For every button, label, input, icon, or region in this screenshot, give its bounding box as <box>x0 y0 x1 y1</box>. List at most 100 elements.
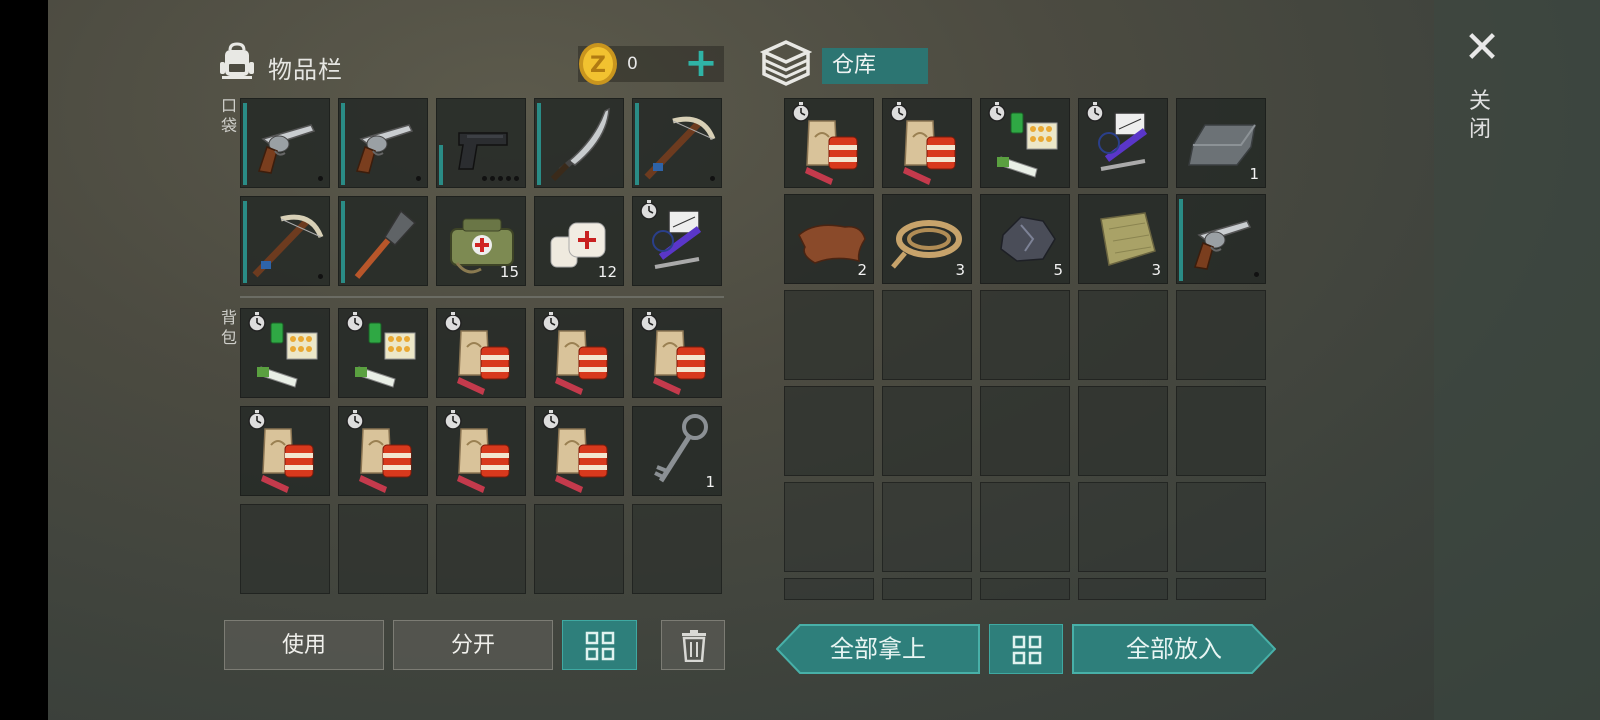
empty-slot[interactable] <box>1078 386 1168 476</box>
pocket-slot-3[interactable] <box>534 98 624 188</box>
take-all-button[interactable]: 全部拿上 <box>776 624 980 674</box>
close-label[interactable]: 关闭 <box>1466 88 1494 144</box>
backpack-icon <box>220 42 254 79</box>
empty-slot[interactable] <box>1176 578 1266 600</box>
ammo-indicator <box>318 176 323 181</box>
empty-slot[interactable] <box>534 504 624 594</box>
put-all-button[interactable]: 全部放入 <box>1072 624 1276 674</box>
item-count: 2 <box>857 261 867 279</box>
pocket-slot-8[interactable]: 12 <box>534 196 624 286</box>
ammo-indicator <box>416 176 421 181</box>
item-count: 3 <box>955 261 965 279</box>
revolver-icon <box>258 124 316 174</box>
backpack-slot-2[interactable] <box>436 308 526 398</box>
empty-slot[interactable] <box>338 504 428 594</box>
food-pack-icon <box>444 312 510 395</box>
durability-bar <box>243 201 247 283</box>
medicine-pack-icon <box>248 312 318 388</box>
pocket-slot-6[interactable] <box>338 196 428 286</box>
pocket-label: 口袋 <box>220 96 237 135</box>
pocket-slot-9[interactable] <box>632 196 722 286</box>
backpack-slot-7[interactable] <box>436 406 526 496</box>
backpack-slot-1[interactable] <box>338 308 428 398</box>
pocket-slot-4[interactable] <box>632 98 722 188</box>
empty-slot[interactable] <box>436 504 526 594</box>
food-pack-icon <box>792 102 858 185</box>
storage-slot-3[interactable] <box>1078 98 1168 188</box>
backpack-slot-9[interactable]: 1 <box>632 406 722 496</box>
item-count: 3 <box>1151 261 1161 279</box>
storage-tab[interactable]: 仓库 <box>822 48 928 84</box>
empty-slot[interactable] <box>980 578 1070 600</box>
item-count: 15 <box>499 263 519 281</box>
empty-slot[interactable] <box>784 386 874 476</box>
empty-slot[interactable] <box>1078 482 1168 572</box>
durability-bar <box>341 103 345 185</box>
storage-slot-5[interactable]: 2 <box>784 194 874 284</box>
add-coins-button[interactable]: + <box>684 43 718 83</box>
item-count: 12 <box>597 263 617 281</box>
storage-slot-2[interactable] <box>980 98 1070 188</box>
empty-slot[interactable] <box>1078 290 1168 380</box>
storage-slot-1[interactable] <box>882 98 972 188</box>
crossbow-icon <box>644 116 716 180</box>
durability-bar <box>341 201 345 283</box>
pocket-slot-5[interactable] <box>240 196 330 286</box>
backpack-slot-8[interactable] <box>534 406 624 496</box>
empty-slot[interactable] <box>1078 578 1168 600</box>
backpack-slot-0[interactable] <box>240 308 330 398</box>
delete-button[interactable] <box>661 620 725 670</box>
empty-slot[interactable] <box>882 578 972 600</box>
storage-slot-8[interactable]: 3 <box>1078 194 1168 284</box>
food-pack-icon <box>890 102 956 185</box>
storage-slot-0[interactable] <box>784 98 874 188</box>
empty-slot[interactable] <box>784 482 874 572</box>
empty-slot[interactable] <box>980 482 1070 572</box>
use-button[interactable]: 使用 <box>224 620 384 670</box>
ammo-indicator <box>482 176 519 181</box>
food-pack-icon <box>542 312 608 395</box>
backpack-slot-4[interactable] <box>632 308 722 398</box>
empty-slot[interactable] <box>240 504 330 594</box>
sort-inventory-button[interactable] <box>562 620 637 670</box>
backpack-label: 背包 <box>220 308 237 347</box>
storage-slot-9[interactable] <box>1176 194 1266 284</box>
empty-slot[interactable] <box>784 578 874 600</box>
sort-storage-button[interactable] <box>989 624 1063 674</box>
grid-icon <box>585 631 615 661</box>
storage-box-icon <box>760 40 812 86</box>
crossbow-icon <box>252 214 324 278</box>
pocket-slot-2[interactable] <box>436 98 526 188</box>
empty-slot[interactable] <box>784 290 874 380</box>
pocket-slot-0[interactable] <box>240 98 330 188</box>
empty-slot[interactable] <box>882 386 972 476</box>
medicine-pack-icon <box>988 102 1058 178</box>
empty-slot[interactable] <box>980 290 1070 380</box>
trash-icon <box>682 630 706 662</box>
backpack-slot-3[interactable] <box>534 308 624 398</box>
backpack-slot-6[interactable] <box>338 406 428 496</box>
coin-amount: 0 <box>627 54 638 74</box>
storage-slot-6[interactable]: 3 <box>882 194 972 284</box>
durability-bar <box>635 103 639 185</box>
backpack-slot-5[interactable] <box>240 406 330 496</box>
close-icon[interactable]: ✕ <box>1462 26 1502 70</box>
repair-kit-icon <box>1086 102 1148 171</box>
empty-slot[interactable] <box>1176 386 1266 476</box>
pocket-slot-7[interactable]: 15 <box>436 196 526 286</box>
empty-slot[interactable] <box>980 386 1070 476</box>
empty-slot[interactable] <box>882 482 972 572</box>
ammo-indicator <box>710 176 715 181</box>
storage-slot-7[interactable]: 5 <box>980 194 1070 284</box>
empty-slot[interactable] <box>1176 482 1266 572</box>
food-pack-icon <box>542 410 608 493</box>
side-panel <box>1434 0 1600 720</box>
empty-slot[interactable] <box>882 290 972 380</box>
take-all-label: 全部拿上 <box>830 635 926 663</box>
split-button[interactable]: 分开 <box>393 620 553 670</box>
pocket-slot-1[interactable] <box>338 98 428 188</box>
storage-slot-4[interactable]: 1 <box>1176 98 1266 188</box>
shovel-icon <box>354 209 417 279</box>
empty-slot[interactable] <box>632 504 722 594</box>
empty-slot[interactable] <box>1176 290 1266 380</box>
